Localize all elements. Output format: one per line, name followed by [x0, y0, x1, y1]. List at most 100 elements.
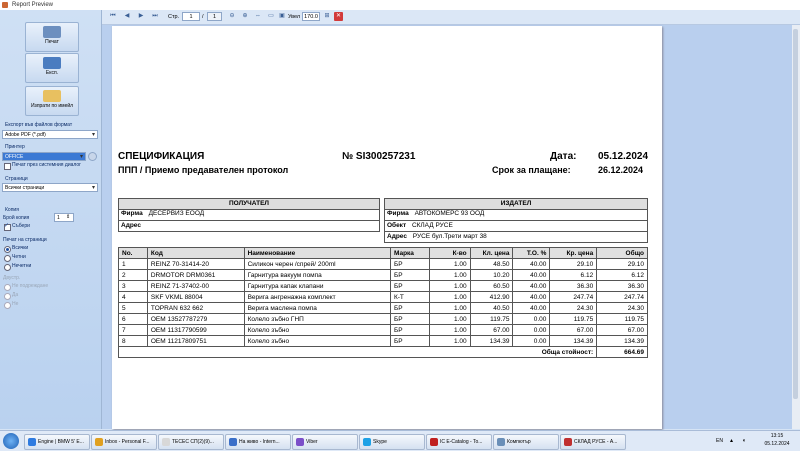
zoom-apply-icon[interactable]: ⊞ — [322, 12, 332, 21]
taskbar-button-label: ТЕСЕС СП(2)(9)... — [172, 439, 214, 445]
zoom-input[interactable]: 170.0 — [302, 12, 320, 21]
cell-list-price: 119.75 — [469, 313, 514, 325]
send-email-button[interactable]: Изпрати по имейл — [25, 86, 79, 116]
system-dialog-label: Печат през системния диалог — [12, 162, 81, 168]
network-icon[interactable]: ▴ — [730, 436, 733, 446]
cell-name: Гарнитура вакуум помпа — [243, 269, 391, 281]
cell-final-price: 24.30 — [549, 302, 598, 314]
cell-no: 1 — [118, 258, 148, 270]
col-code: Код — [146, 247, 245, 259]
issuer-box: Фирма АВТОКОМЕРС 93 ООД Обект СКЛАД РУСЕ… — [384, 209, 648, 243]
close-icon[interactable]: ✕ — [334, 12, 343, 21]
table-row: 8 OEM 11217809751 Колело зъбно БР 1.00 134.39… — [118, 335, 648, 347]
taskbar-button-label: Viber — [306, 439, 318, 445]
col-total: Общо — [596, 247, 648, 259]
app-icon — [497, 438, 505, 446]
cell-final-price: 6.12 — [549, 269, 598, 281]
items-table: No. Код Наименование Марка К-во Кл. цена… — [117, 247, 648, 358]
clock-date[interactable]: 05.12.2024 — [762, 439, 792, 449]
recipient-address-row: Адрес — [119, 220, 379, 231]
cell-code: REINZ 70-31414-20 — [146, 258, 245, 270]
prev-page-icon[interactable]: ◀ — [122, 12, 132, 21]
vertical-scrollbar[interactable] — [792, 25, 800, 429]
radio-odd[interactable] — [4, 264, 11, 271]
duplex-none-label: Не подреждане — [12, 283, 49, 289]
taskbar-button[interactable]: Skype — [359, 434, 425, 450]
duplex-radio-yes[interactable] — [4, 293, 11, 300]
table-row: 3 REINZ 71-37402-00 Гарнитура капак клапан… — [118, 280, 648, 292]
table-row: 5 TOPRAN 632 662 Верига маслена помпа БР 1.0… — [118, 302, 648, 314]
print-button-label: Печат — [45, 39, 59, 45]
cell-discount: 40.00 — [512, 269, 551, 281]
cell-name: Верига маслена помпа — [243, 302, 391, 314]
cell-code: OEM 11217809751 — [146, 335, 245, 347]
printer-settings-icon[interactable] — [88, 152, 97, 161]
cell-no: 5 — [118, 302, 148, 314]
cell-discount: 40.00 — [512, 258, 551, 270]
cell-name: Силикон черен /спрей/ 200ml — [243, 258, 391, 270]
recipient-firm-value: ДЕСЕРВИЗ ЕООД — [148, 210, 205, 217]
export-format-label: Експорт във файлов формат — [5, 122, 73, 128]
page-current-input[interactable]: 1 — [182, 12, 200, 21]
cell-qty: 1.00 — [428, 258, 471, 270]
recipient-address-label: Адрес — [121, 222, 141, 229]
taskbar-button[interactable]: Inbox - Personal F... — [91, 434, 157, 450]
radio-all[interactable] — [4, 246, 11, 253]
taskbar-button[interactable]: Viber — [292, 434, 358, 450]
page-label: Стр. — [168, 14, 180, 20]
printer-icon — [43, 26, 61, 38]
cell-list-price: 60.50 — [469, 280, 514, 292]
cell-discount: 40.00 — [512, 302, 551, 314]
cell-list-price: 412.90 — [469, 291, 514, 303]
cell-brand: БР — [389, 280, 430, 292]
table-total-row: Обща стойност: 664.69 — [117, 346, 648, 358]
doc-title: СПЕЦИФИКАЦИЯ — [118, 151, 205, 162]
taskbar-button[interactable]: Компютър — [493, 434, 559, 450]
cell-name: Колело зъбно — [243, 324, 391, 336]
window-title: Report Preview — [12, 2, 54, 8]
duplex-radio-no[interactable] — [4, 302, 11, 309]
printer-select[interactable]: OFFICE — [2, 152, 86, 161]
next-page-icon[interactable]: ▶ — [136, 12, 146, 21]
actual-size-icon[interactable]: ▣ — [277, 12, 287, 21]
cell-brand: БР — [389, 269, 430, 281]
duplex-radio-none[interactable] — [4, 284, 11, 291]
print-on-pages-label: Печат на страници — [3, 237, 47, 243]
sidebar: Печат Експ. Изпрати по имейл Експорт във… — [0, 10, 102, 429]
cell-no: 2 — [118, 269, 148, 281]
cell-brand: К-Т — [389, 291, 430, 303]
language-indicator[interactable]: EN — [716, 436, 723, 446]
issuer-address-label: Адрес — [387, 233, 407, 240]
taskbar-button-label: Skype — [373, 439, 387, 445]
taskbar-button[interactable]: IC E-Catalog - To... — [426, 434, 492, 450]
app-icon — [28, 438, 36, 446]
zoom-out-icon[interactable]: ⊖ — [227, 12, 237, 21]
taskbar-button[interactable]: Engine | BMW 5' E... — [24, 434, 90, 450]
copies-count-input[interactable]: 1 — [54, 213, 74, 222]
system-dialog-checkbox[interactable] — [4, 163, 11, 170]
scrollbar-thumb[interactable] — [793, 29, 798, 399]
fit-width-icon[interactable]: ⇔ — [253, 12, 263, 21]
pages-select[interactable]: Всички страници — [2, 183, 98, 192]
export-format-select[interactable]: Adobe PDF (*.pdf) — [2, 130, 98, 139]
zoom-in-icon[interactable]: ⊕ — [240, 12, 250, 21]
first-page-icon[interactable]: ⏮ — [108, 12, 118, 21]
fit-page-icon[interactable]: ▭ — [266, 12, 276, 21]
copies-section-label: Копия — [5, 207, 19, 213]
start-button[interactable] — [3, 433, 19, 449]
cell-brand: БР — [389, 302, 430, 314]
taskbar-button[interactable]: СКЛАД РУСЕ - А... — [560, 434, 626, 450]
volume-icon[interactable]: ◖ — [742, 436, 746, 446]
last-page-icon[interactable]: ⏭ — [150, 12, 160, 21]
taskbar-button[interactable]: ТЕСЕС СП(2)(9)... — [158, 434, 224, 450]
stepper-icon[interactable]: ⇕ — [66, 214, 70, 221]
print-button[interactable]: Печат — [25, 22, 79, 52]
taskbar-button-label: IC E-Catalog - To... — [440, 439, 483, 445]
taskbar-button[interactable]: На живо - Intern... — [225, 434, 291, 450]
cell-total: 36.30 — [596, 280, 648, 292]
preview-toolbar: ⏮ ◀ ▶ ⏭ Стр. 1 / 1 ⊖ ⊕ ⇔ ▭ ▣ Увел 170.0 … — [102, 10, 800, 25]
cell-discount: 0.00 — [512, 324, 551, 336]
radio-even[interactable] — [4, 255, 11, 262]
export-button[interactable]: Експ. — [25, 53, 79, 83]
cell-code: DRMOTOR DRM0361 — [146, 269, 245, 281]
